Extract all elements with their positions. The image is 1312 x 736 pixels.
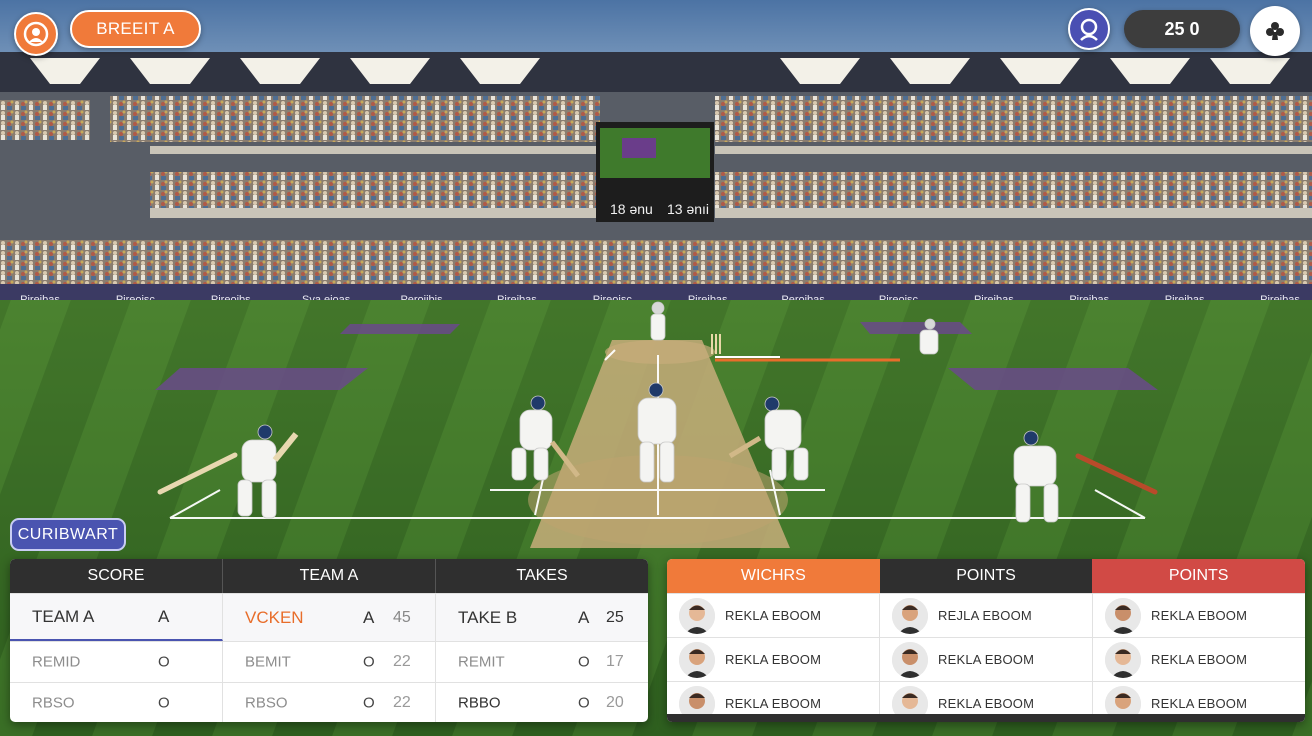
player-name: REKLA EBOOM (1151, 608, 1248, 623)
player-name: REKLA EBOOM (725, 696, 822, 711)
cell-name: RBSO (245, 694, 288, 712)
player-name: REJLA EBOOM (938, 608, 1032, 623)
match-mode-label: BREEIT A (96, 19, 175, 38)
big-screen-score-right: 13 ənıi (667, 201, 709, 217)
cell-name: REMID (32, 653, 81, 671)
section-badge-label: CURIBWART (17, 525, 119, 543)
cell-number: 45 (393, 608, 411, 626)
table-cell: RBBO O 20 (436, 683, 648, 722)
cell-name: TAKE B (458, 607, 518, 627)
cell-letter: O (158, 653, 170, 671)
table-row[interactable]: TEAM A A VCKEN A 45 TAKE B A 25 (10, 593, 648, 641)
cell-letter: A (578, 607, 590, 627)
menu-logo-button[interactable] (14, 12, 58, 56)
cell-letter: O (578, 694, 590, 712)
section-badge[interactable]: CURIBWART (10, 518, 126, 551)
tab-wickets[interactable]: WICHRS (667, 559, 880, 593)
player-name: REKLA EBOOM (1151, 652, 1248, 667)
leaderboard-rows: REKLA EBOOM REJLA EBOOM REKLA EBOOM REKLA E… (667, 593, 1305, 722)
player-avatar (1105, 641, 1141, 678)
table-row[interactable]: REMID O BEMIT O 22 REMIT O 17 (10, 641, 648, 682)
cell-letter: A (158, 606, 170, 626)
stadium-big-screen: 18 ənu 13 ənıi (596, 122, 714, 222)
leaderboard-cell: REJLA EBOOM (880, 594, 1093, 637)
cell-name: RBSO (32, 694, 75, 712)
table-cell: REMIT O 17 (436, 642, 648, 682)
match-score-display: 25 0 (1124, 10, 1240, 48)
cell-letter: O (363, 694, 375, 712)
player-avatar (892, 641, 928, 678)
cell-name: VCKEN (245, 607, 304, 627)
score-panel: SCORE TEAM A TAKES TEAM A A VCKEN A 45 T… (10, 559, 648, 722)
leaderboard-cell: REKLA EBOOM (667, 594, 880, 637)
player-avatar (1105, 597, 1141, 634)
column-header-score[interactable]: SCORE (10, 559, 223, 593)
cell-number: 25 (606, 608, 624, 626)
match-score-value: 25 0 (1164, 18, 1200, 39)
player-avatar (679, 641, 715, 678)
tab-points-alt[interactable]: POINTS (1092, 559, 1305, 593)
leaderboard-row[interactable]: REKLA EBOOM REKLA EBOOM REKLA EBOOM (667, 637, 1305, 681)
table-cell: BEMIT O 22 (223, 642, 436, 682)
score-panel-header: SCORE TEAM A TAKES (10, 559, 648, 593)
tab-points[interactable]: POINTS (879, 559, 1093, 593)
table-cell: RBSO O (10, 683, 223, 722)
leaderboard-cell: REKLA EBOOM (1093, 638, 1305, 681)
cell-letter: O (158, 694, 170, 712)
club-suit-icon (1266, 22, 1284, 40)
cell-letter: O (363, 653, 375, 671)
cell-name: TEAM A (32, 606, 95, 626)
profile-icon (1080, 18, 1098, 41)
leaderboard-panel: WICHRS POINTS POINTS REKLA EBOOM REJLA EB… (667, 559, 1305, 722)
cell-number: 17 (606, 653, 624, 670)
settings-button[interactable] (1250, 6, 1300, 56)
big-screen-score-left: 18 ənu (610, 201, 653, 217)
cell-number: 20 (606, 694, 624, 711)
leaderboard-footer-bar (667, 714, 1305, 722)
cell-name: RBBO (458, 694, 501, 712)
cell-name: BEMIT (245, 653, 291, 671)
cell-letter: A (363, 607, 375, 627)
table-row[interactable]: RBSO O RBSO O 22 RBBO O 20 (10, 682, 648, 722)
player-name: REKLA EBOOM (1151, 696, 1248, 711)
player-name: REKLA EBOOM (938, 696, 1035, 711)
table-cell: RBSO O 22 (223, 683, 436, 722)
leaderboard-cell: REKLA EBOOM (880, 638, 1093, 681)
column-header-takes[interactable]: TAKES (436, 559, 648, 593)
leaderboard-cell: REKLA EBOOM (667, 638, 880, 681)
profile-button[interactable] (1068, 8, 1110, 50)
club-logo-icon (23, 21, 49, 47)
table-cell: VCKEN A 45 (223, 594, 436, 641)
leaderboard-header: WICHRS POINTS POINTS (667, 559, 1305, 593)
cell-letter: O (578, 653, 590, 671)
player-name: REKLA EBOOM (725, 652, 822, 667)
leaderboard-cell: REKLA EBOOM (1093, 594, 1305, 637)
match-mode-button[interactable]: BREEIT A (70, 10, 201, 48)
table-cell: REMID O (10, 642, 223, 682)
player-avatar (679, 597, 715, 634)
table-cell: TEAM A A (10, 594, 223, 641)
leaderboard-row[interactable]: REKLA EBOOM REJLA EBOOM REKLA EBOOM (667, 593, 1305, 637)
player-avatar (892, 597, 928, 634)
table-cell: TAKE B A 25 (436, 594, 648, 641)
cell-number: 22 (393, 694, 411, 711)
cell-number: 22 (393, 653, 411, 670)
player-name: REKLA EBOOM (725, 608, 822, 623)
player-name: REKLA EBOOM (938, 652, 1035, 667)
cell-name: REMIT (458, 653, 505, 671)
column-header-team[interactable]: TEAM A (223, 559, 436, 593)
